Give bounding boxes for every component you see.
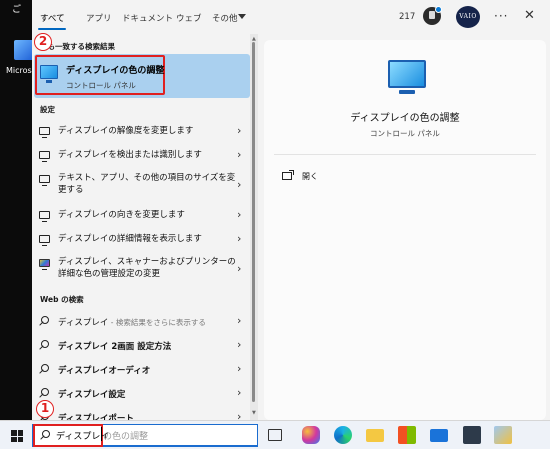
preview-subtitle: コントロール パネル — [370, 129, 440, 138]
display-icon — [39, 235, 50, 246]
more-options-icon[interactable]: ··· — [494, 9, 508, 23]
annotation-step-2: 2 — [34, 33, 52, 51]
chevron-right-icon: › — [237, 262, 242, 275]
display-icon — [39, 211, 50, 222]
settings-item-label: ディスプレイの向きを変更します — [58, 210, 185, 220]
web-search-query: ディスプレイ — [58, 318, 109, 328]
settings-item-label: ディスプレイの詳細情報を表示します — [58, 234, 202, 244]
search-autocomplete-hint: の色の調整 — [103, 432, 149, 442]
settings-item[interactable]: テキスト、アプリ、その他の項目のサイズを変更する › — [32, 168, 250, 202]
web-search-hint: - 検索結果をさらに表示する — [108, 318, 206, 327]
avatar[interactable]: VAIO — [456, 6, 480, 28]
search-icon — [39, 388, 49, 398]
tab-apps[interactable]: アプリ — [86, 12, 112, 24]
scroll-up-icon[interactable]: ▲ — [252, 36, 256, 42]
display-icon — [39, 127, 50, 138]
open-action-label[interactable]: 開く — [302, 171, 318, 182]
preview-pane: ディスプレイの色の調整 コントロール パネル 開く — [264, 40, 546, 420]
search-icon — [39, 364, 49, 374]
tab-web[interactable]: ウェブ — [176, 12, 202, 24]
tab-all[interactable]: すべて — [40, 12, 65, 24]
web-search-label: ディスプレイ設定 — [58, 390, 126, 400]
web-search-label: ディスプレイオーディオ — [58, 366, 151, 376]
taskbar: ディスプレイ の色の調整 — [0, 420, 550, 449]
settings-item[interactable]: ディスプレイの解像度を変更します › — [32, 120, 250, 142]
windows-start-icon[interactable] — [11, 430, 23, 442]
microsoft-store-icon[interactable] — [398, 426, 416, 444]
chevron-right-icon: › — [237, 362, 242, 375]
web-search-label: ディスプレイ 2画面 設定方法 — [58, 342, 172, 352]
chevron-right-icon: › — [237, 124, 242, 137]
edge-browser-icon[interactable] — [334, 426, 352, 444]
best-match-title: ディスプレイの色の調整 — [66, 66, 165, 76]
search-tabs-bar: すべて アプリ ドキュメント ウェブ その他 217 VAIO ··· ✕ — [32, 0, 550, 34]
web-search-item[interactable]: ディスプレイオーディオ › — [32, 358, 250, 380]
settings-item-label: ディスプレイ、スキャナーおよびプリンターの詳細な色の管理設定の変更 — [58, 257, 236, 279]
notification-dot-icon — [435, 6, 442, 13]
desktop-shortcut-label: Micros — [6, 66, 32, 75]
monitor-icon — [388, 60, 426, 88]
desktop-shortcut-icon[interactable] — [14, 40, 34, 60]
open-icon[interactable] — [282, 170, 294, 180]
divider — [274, 154, 536, 155]
active-tab-indicator — [38, 28, 66, 30]
chevron-right-icon: › — [237, 178, 242, 191]
paint-icon[interactable] — [494, 426, 512, 444]
settings-item-label: ディスプレイを検出または識別します — [58, 150, 202, 160]
chevron-right-icon: › — [237, 314, 242, 327]
web-search-item[interactable]: ディスプレイ 2画面 設定方法 › — [32, 334, 250, 356]
search-panel: すべて アプリ ドキュメント ウェブ その他 217 VAIO ··· ✕ 最も… — [32, 0, 550, 420]
annotation-step-1: 1 — [36, 400, 54, 418]
web-search-label: ディスプレイポート — [58, 414, 134, 420]
app-icon[interactable] — [463, 426, 481, 444]
scrollbar-thumb[interactable] — [252, 42, 255, 402]
scroll-down-icon[interactable]: ▼ — [252, 410, 256, 416]
monitor-stand-icon — [46, 80, 52, 83]
task-view-icon[interactable] — [268, 429, 282, 441]
chevron-right-icon: › — [237, 148, 242, 161]
chevron-right-icon: › — [237, 232, 242, 245]
settings-item-label: テキスト、アプリ、その他の項目のサイズを変更する — [58, 173, 236, 195]
settings-item-label: ディスプレイの解像度を変更します — [58, 126, 194, 136]
text-caret — [101, 427, 102, 441]
search-results-list: 最も一致する検索結果 ディスプレイの色の調整 コントロール パネル 設定 ディス… — [32, 34, 250, 420]
chevron-right-icon: › — [237, 338, 242, 351]
color-management-icon — [39, 259, 50, 270]
desktop-text: ご — [12, 5, 22, 15]
search-icon — [40, 430, 50, 440]
section-heading-settings: 設定 — [40, 105, 55, 114]
chevron-right-icon: › — [237, 208, 242, 221]
search-icon — [39, 316, 49, 326]
web-search-item[interactable]: ディスプレイポート › — [32, 406, 250, 420]
rewards-points[interactable]: 217 — [399, 12, 415, 22]
search-icon — [39, 340, 49, 350]
desktop-area: ご Micros — [0, 0, 34, 420]
monitor-stand-icon — [399, 90, 415, 94]
display-icon — [39, 151, 50, 162]
web-search-item[interactable]: ディスプレイ設定 › — [32, 382, 250, 404]
file-explorer-icon[interactable] — [366, 429, 384, 442]
section-heading-web: Web の検索 — [40, 295, 84, 304]
copilot-icon[interactable] — [302, 426, 320, 444]
best-match-subtitle: コントロール パネル — [66, 81, 136, 90]
tab-more[interactable]: その他 — [212, 12, 238, 24]
settings-item[interactable]: ディスプレイ、スキャナーおよびプリンターの詳細な色の管理設定の変更 › — [32, 252, 250, 286]
chevron-right-icon: › — [237, 410, 242, 420]
web-search-label: ディスプレイ - 検索結果をさらに表示する — [58, 316, 206, 328]
settings-item[interactable]: ディスプレイの向きを変更します › — [32, 204, 250, 226]
chevron-right-icon: › — [237, 386, 242, 399]
mail-icon[interactable] — [430, 429, 448, 442]
close-icon[interactable]: ✕ — [524, 8, 535, 23]
settings-item[interactable]: ディスプレイの詳細情報を表示します › — [32, 228, 250, 250]
web-search-item[interactable]: ディスプレイ - 検索結果をさらに表示する › — [32, 310, 250, 332]
chevron-down-icon[interactable] — [238, 14, 246, 19]
display-icon — [39, 175, 50, 186]
preview-title: ディスプレイの色の調整 — [350, 113, 460, 124]
results-scrollbar[interactable] — [250, 34, 258, 420]
tab-documents[interactable]: ドキュメント — [122, 12, 173, 24]
settings-item[interactable]: ディスプレイを検出または識別します › — [32, 144, 250, 166]
monitor-icon — [40, 65, 58, 79]
